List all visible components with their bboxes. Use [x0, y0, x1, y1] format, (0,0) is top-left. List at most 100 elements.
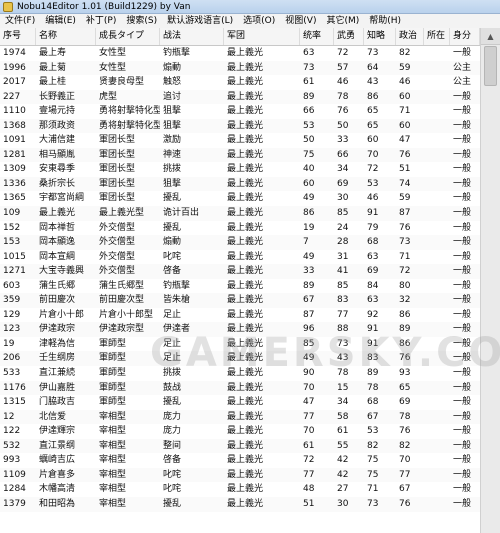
- table-row[interactable]: 1110 壹場元持 勇将射撃特化型 狙撃 最上義光 66 76 65 71 一般: [0, 104, 480, 119]
- table-row[interactable]: 122 伊達輝宗 宰相型 庞力 最上義光 70 61 53 76 一般: [0, 424, 480, 439]
- cell-col-leadership: 19: [303, 222, 315, 233]
- table-row[interactable]: 1315 门脇政吉 軍師型 擾乱 最上義光 47 34 68 69 一般: [0, 395, 480, 410]
- cell-col-politics: 93: [399, 368, 411, 379]
- column-header-col-index[interactable]: 序号: [0, 28, 36, 45]
- vertical-scrollbar[interactable]: ▲: [480, 28, 500, 533]
- column-header-col-politics[interactable]: 政治: [396, 28, 424, 45]
- cell-col-valor: 55: [337, 440, 349, 451]
- table-row[interactable]: 152 岡本禅哲 外交僧型 擾乱 最上義光 19 24 79 76 一般: [0, 220, 480, 236]
- column-header-col-intellect[interactable]: 知略: [364, 28, 396, 45]
- cell-col-name: 壹場元持: [39, 106, 76, 117]
- column-header-col-valor[interactable]: 武勇: [334, 28, 364, 45]
- menu-item-8[interactable]: 帮助(H): [364, 14, 406, 28]
- cell-col-corps: 最上義光: [227, 62, 264, 73]
- table-row[interactable]: 533 直江兼続 軍師型 挑拨 最上義光 90 78 89 93 一般: [0, 366, 480, 381]
- menu-item-5[interactable]: 选项(O): [238, 14, 280, 28]
- cell-col-valor: 24: [337, 222, 349, 233]
- cell-col-intellect: 83: [367, 353, 379, 364]
- cell-col-valor: 72: [337, 48, 349, 58]
- table-row[interactable]: 206 壬生纲房 軍師型 足止 最上義光 49 43 83 76 一般: [0, 351, 480, 367]
- cell-col-leadership: 49: [303, 193, 315, 204]
- cell-col-intellect: 70: [367, 149, 379, 160]
- column-header-col-status[interactable]: 身分: [450, 28, 480, 45]
- cell-col-politics: 76: [399, 498, 411, 509]
- cell-col-intellect: 68: [367, 397, 379, 408]
- table-row[interactable]: 2017 最上桂 贤妻良母型 触怒 最上義光 61 46 43 46 公主: [0, 75, 480, 90]
- cell-col-politics: 59: [399, 193, 411, 204]
- column-header-col-corps[interactable]: 军团: [224, 28, 300, 45]
- table-row[interactable]: 1109 片倉喜多 宰相型 叱咤 最上義光 77 42 75 77 一般: [0, 467, 480, 483]
- column-header-col-leadership[interactable]: 统率: [300, 28, 334, 45]
- table-row[interactable]: 1271 大宝寺義興 外交僧型 啓备 最上義光 33 41 69 72 一般: [0, 264, 480, 279]
- menu-item-1[interactable]: 编辑(E): [40, 14, 81, 28]
- cell-col-intellect: 72: [367, 164, 379, 175]
- table-row[interactable]: 359 前田慶次 前田慶次型 皆朱槍 最上義光 67 83 63 32 一般: [0, 293, 480, 308]
- title-bar: Nobu14Editor 1.01 (Build1229) by Van: [0, 0, 500, 14]
- cell-col-growth-type: 女性型: [99, 62, 127, 73]
- cell-col-status: 一般: [453, 498, 472, 509]
- cell-col-intellect: 79: [367, 222, 379, 233]
- table-row[interactable]: 109 最上義光 最上義光型 诡计百出 最上義光 86 85 91 87 一般: [0, 206, 480, 221]
- cell-col-corps: 最上義光: [227, 77, 264, 88]
- cell-col-name: 蠣崎吉広: [39, 455, 76, 466]
- cell-col-politics: 70: [399, 455, 411, 466]
- cell-col-growth-type: 外交僧型: [99, 266, 136, 277]
- menu-item-0[interactable]: 文件(F): [0, 14, 40, 28]
- menu-item-3[interactable]: 搜索(S): [121, 14, 162, 28]
- column-header-col-growth-type[interactable]: 成長タイプ: [96, 28, 160, 45]
- menu-item-2[interactable]: 补丁(P): [81, 14, 121, 28]
- cell-col-intellect: 91: [367, 208, 379, 219]
- cell-col-leadership: 48: [303, 484, 315, 495]
- table-row[interactable]: 532 直江景纲 宰相型 整间 最上義光 61 55 82 82 一般: [0, 438, 480, 454]
- cell-col-tactic: 叱咤: [163, 484, 182, 495]
- table-row[interactable]: 123 伊達政宗 伊達政宗型 伊達者 最上義光 96 88 91 89 一般: [0, 322, 480, 337]
- cell-col-intellect: 92: [367, 309, 379, 320]
- cell-col-name: 伊達政宗: [39, 324, 76, 335]
- table-row[interactable]: 1281 相马顯胤 軍团长型 神速 最上義光 75 66 70 76 一般: [0, 147, 480, 163]
- cell-col-tactic: 擾乱: [163, 222, 182, 233]
- cell-col-growth-type: 勇将射撃特化型: [99, 106, 160, 117]
- menu-item-6[interactable]: 视图(V): [280, 14, 321, 28]
- column-header-col-tactic[interactable]: 战法: [160, 28, 224, 45]
- column-header-col-location[interactable]: 所在: [424, 28, 450, 45]
- cell-col-politics: 72: [399, 266, 411, 277]
- table-row[interactable]: 19 津軽為信 軍師型 足止 最上義光 85 73 91 86 一般: [0, 336, 480, 352]
- cell-col-intellect: 91: [367, 324, 379, 335]
- cell-col-intellect: 53: [367, 426, 379, 437]
- scroll-up-icon[interactable]: ▲: [481, 28, 500, 45]
- cell-col-tactic: 追讨: [163, 91, 182, 102]
- table-row[interactable]: 1336 桑折宗长 軍团长型 狙撃 最上義光 60 69 53 74 一般: [0, 176, 480, 192]
- editor-window: Nobu14Editor 1.01 (Build1229) by Van 文件(…: [0, 0, 500, 533]
- cell-col-politics: 76: [399, 222, 411, 233]
- table-row[interactable]: 1974 最上寿 女性型 钓瓶撃 最上義光 63 72 73 82 一般: [0, 46, 480, 61]
- cell-col-growth-type: 軍師型: [99, 397, 127, 408]
- cell-col-location: [424, 410, 450, 425]
- table-row[interactable]: 1379 和田昭為 宰相型 擾乱 最上義光 51 30 73 76 一般: [0, 496, 480, 512]
- column-header-col-name[interactable]: 名称: [36, 28, 96, 45]
- cell-col-growth-type: 宰相型: [99, 498, 127, 509]
- cell-col-index: 153: [3, 237, 21, 248]
- table-row[interactable]: 12 北信爱 宰相型 庞力 最上義光 77 58 67 78 一般: [0, 409, 480, 425]
- cell-col-index: 122: [3, 426, 21, 437]
- table-row[interactable]: 1365 宇都宮尚綱 軍团长型 擾乱 最上義光 49 30 46 59 一般: [0, 191, 480, 207]
- cell-col-valor: 57: [337, 62, 349, 73]
- table-row[interactable]: 129 片倉小十郎 片倉小十郎型 足止 最上義光 87 77 92 86 一般: [0, 307, 480, 323]
- table-row[interactable]: 1284 木幡高清 宰相型 叱咤 最上義光 48 27 71 67 一般: [0, 482, 480, 497]
- table-row[interactable]: 993 蠣崎吉広 宰相型 啓备 最上義光 72 42 75 70 一般: [0, 453, 480, 468]
- cell-col-name: 直江景纲: [39, 440, 76, 451]
- table-row[interactable]: 153 岡本顯逸 外交僧型 煽動 最上義光 7 28 68 73 一般: [0, 235, 480, 250]
- table-row[interactable]: 1091 大浦信建 軍团长型 激励 最上義光 50 33 60 47 一般: [0, 133, 480, 148]
- cell-col-leadership: 53: [303, 120, 315, 131]
- table-row[interactable]: 603 蒲生氏郷 蒲生氏郷型 钓瓶撃 最上義光 89 85 84 80 一般: [0, 278, 480, 294]
- table-row[interactable]: 1309 安東尋季 軍团长型 挑拨 最上義光 40 34 72 51 一般: [0, 162, 480, 177]
- table-row[interactable]: 1368 那须政资 勇将射撃特化型 狙撃 最上義光 53 50 65 60 一般: [0, 118, 480, 134]
- table-row[interactable]: 1015 岡本宣綱 外交僧型 叱咤 最上義光 49 31 63 71 一般: [0, 249, 480, 265]
- table-row[interactable]: 1996 最上菊 女性型 煽動 最上義光 73 57 64 59 公主: [0, 60, 480, 76]
- menu-item-4[interactable]: 默认游戏语言(L): [162, 14, 238, 28]
- cell-col-valor: 28: [337, 237, 349, 248]
- scroll-thumb[interactable]: [484, 46, 497, 86]
- table-row[interactable]: 227 长野義正 虎型 追讨 最上義光 89 78 86 60 一般: [0, 89, 480, 105]
- cell-col-corps: 最上義光: [227, 397, 264, 408]
- table-row[interactable]: 1176 伊山嘉胜 軍師型 鼓战 最上義光 70 15 78 65 一般: [0, 380, 480, 396]
- menu-item-7[interactable]: 其它(M): [321, 14, 364, 28]
